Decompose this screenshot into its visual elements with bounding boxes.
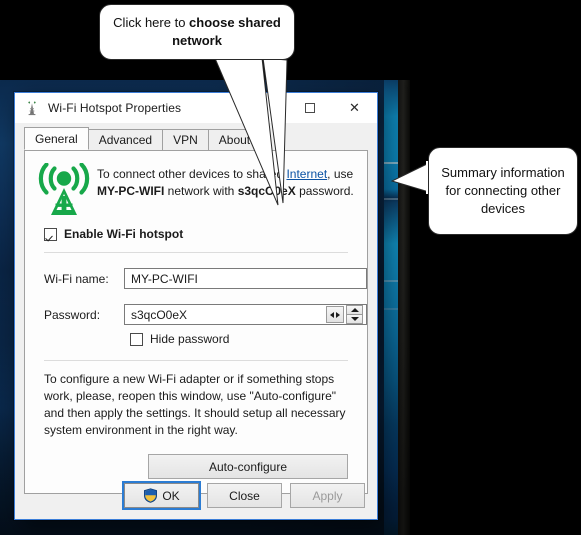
arrow-right-icon <box>336 311 340 318</box>
callout-top-text-bold: choose shared network <box>172 15 281 48</box>
hide-password-checkbox[interactable] <box>130 332 143 346</box>
info-line1-post: , use <box>327 167 354 181</box>
info-network-name: MY-PC-WIFI <box>97 184 165 198</box>
ok-button-label: OK <box>162 488 180 503</box>
window-titlebar[interactable]: Wi-Fi Hotspot Properties ✕ <box>15 93 377 123</box>
info-password: s3qcO0eX <box>237 184 296 198</box>
enable-hotspot-row[interactable]: Enable Wi-Fi hotspot <box>25 217 367 241</box>
tab-vpn[interactable]: VPN <box>162 129 209 150</box>
close-dialog-button[interactable]: Close <box>207 483 282 508</box>
wifi-name-label: Wi-Fi name: <box>44 271 109 286</box>
tab-about[interactable]: About <box>207 129 262 150</box>
summary-info-row: To connect other devices to shared Inter… <box>25 151 367 217</box>
antenna-tower-icon <box>24 100 40 116</box>
hide-password-label: Hide password <box>150 332 230 346</box>
window-controls: ✕ <box>287 93 377 123</box>
wifi-name-row: Wi-Fi name: MY-PC-WIFI <box>25 268 367 289</box>
configuration-help-text: To configure a new Wi-Fi adapter or if s… <box>44 372 346 437</box>
spinner-up-button[interactable] <box>346 305 363 314</box>
tab-advanced[interactable]: Advanced <box>87 129 164 150</box>
password-vertical-spinner[interactable] <box>346 305 363 324</box>
wifi-access-point-icon <box>35 162 93 217</box>
uac-shield-icon <box>143 488 158 503</box>
summary-info-text: To connect other devices to shared Inter… <box>97 163 357 200</box>
ok-button[interactable]: OK <box>122 481 201 510</box>
callout-top-text-plain: Click here to <box>113 15 190 30</box>
enable-hotspot-label: Enable Wi-Fi hotspot <box>64 227 184 241</box>
wifi-name-input[interactable]: MY-PC-WIFI <box>124 268 367 289</box>
info-line2-post: password. <box>295 184 354 198</box>
tab-general[interactable]: General <box>24 127 89 150</box>
info-line1-pre: To connect other devices to shared <box>97 167 287 181</box>
maximize-square-icon <box>304 103 315 113</box>
password-row: Password: s3qcO0eX <box>25 304 367 325</box>
password-input[interactable]: s3qcO0eX <box>124 304 367 325</box>
dialog-footer: OK Close Apply <box>15 472 377 519</box>
callout-summary-information: Summary information for connecting other… <box>428 147 578 235</box>
arrow-up-icon <box>350 308 359 312</box>
wifi-hotspot-properties-dialog: Wi-Fi Hotspot Properties ✕ General Advan… <box>14 92 378 520</box>
hide-password-row[interactable]: Hide password <box>130 332 367 346</box>
general-tab-panel: To connect other devices to shared Inter… <box>24 150 368 494</box>
info-mid: network with <box>164 184 238 198</box>
apply-button: Apply <box>290 483 365 508</box>
password-horizontal-spinner[interactable] <box>326 306 344 323</box>
password-value: s3qcO0eX <box>131 307 188 322</box>
tab-strip: General Advanced VPN About <box>24 127 377 150</box>
arrow-left-icon <box>330 311 334 318</box>
callout-right-text: Summary information for connecting other… <box>441 165 565 216</box>
divider-top <box>44 252 348 253</box>
wifi-name-value: MY-PC-WIFI <box>131 271 198 286</box>
divider-bottom <box>44 360 348 361</box>
arrow-down-icon <box>350 317 359 321</box>
internet-link[interactable]: Internet <box>286 167 327 181</box>
close-button[interactable]: ✕ <box>332 93 377 123</box>
spinner-down-button[interactable] <box>346 314 363 324</box>
maximize-button[interactable] <box>287 93 332 123</box>
window-title: Wi-Fi Hotspot Properties <box>48 101 182 115</box>
password-label: Password: <box>44 307 101 322</box>
enable-hotspot-checkbox[interactable] <box>44 227 57 241</box>
callout-choose-shared-network: Click here to choose shared network <box>99 4 295 60</box>
